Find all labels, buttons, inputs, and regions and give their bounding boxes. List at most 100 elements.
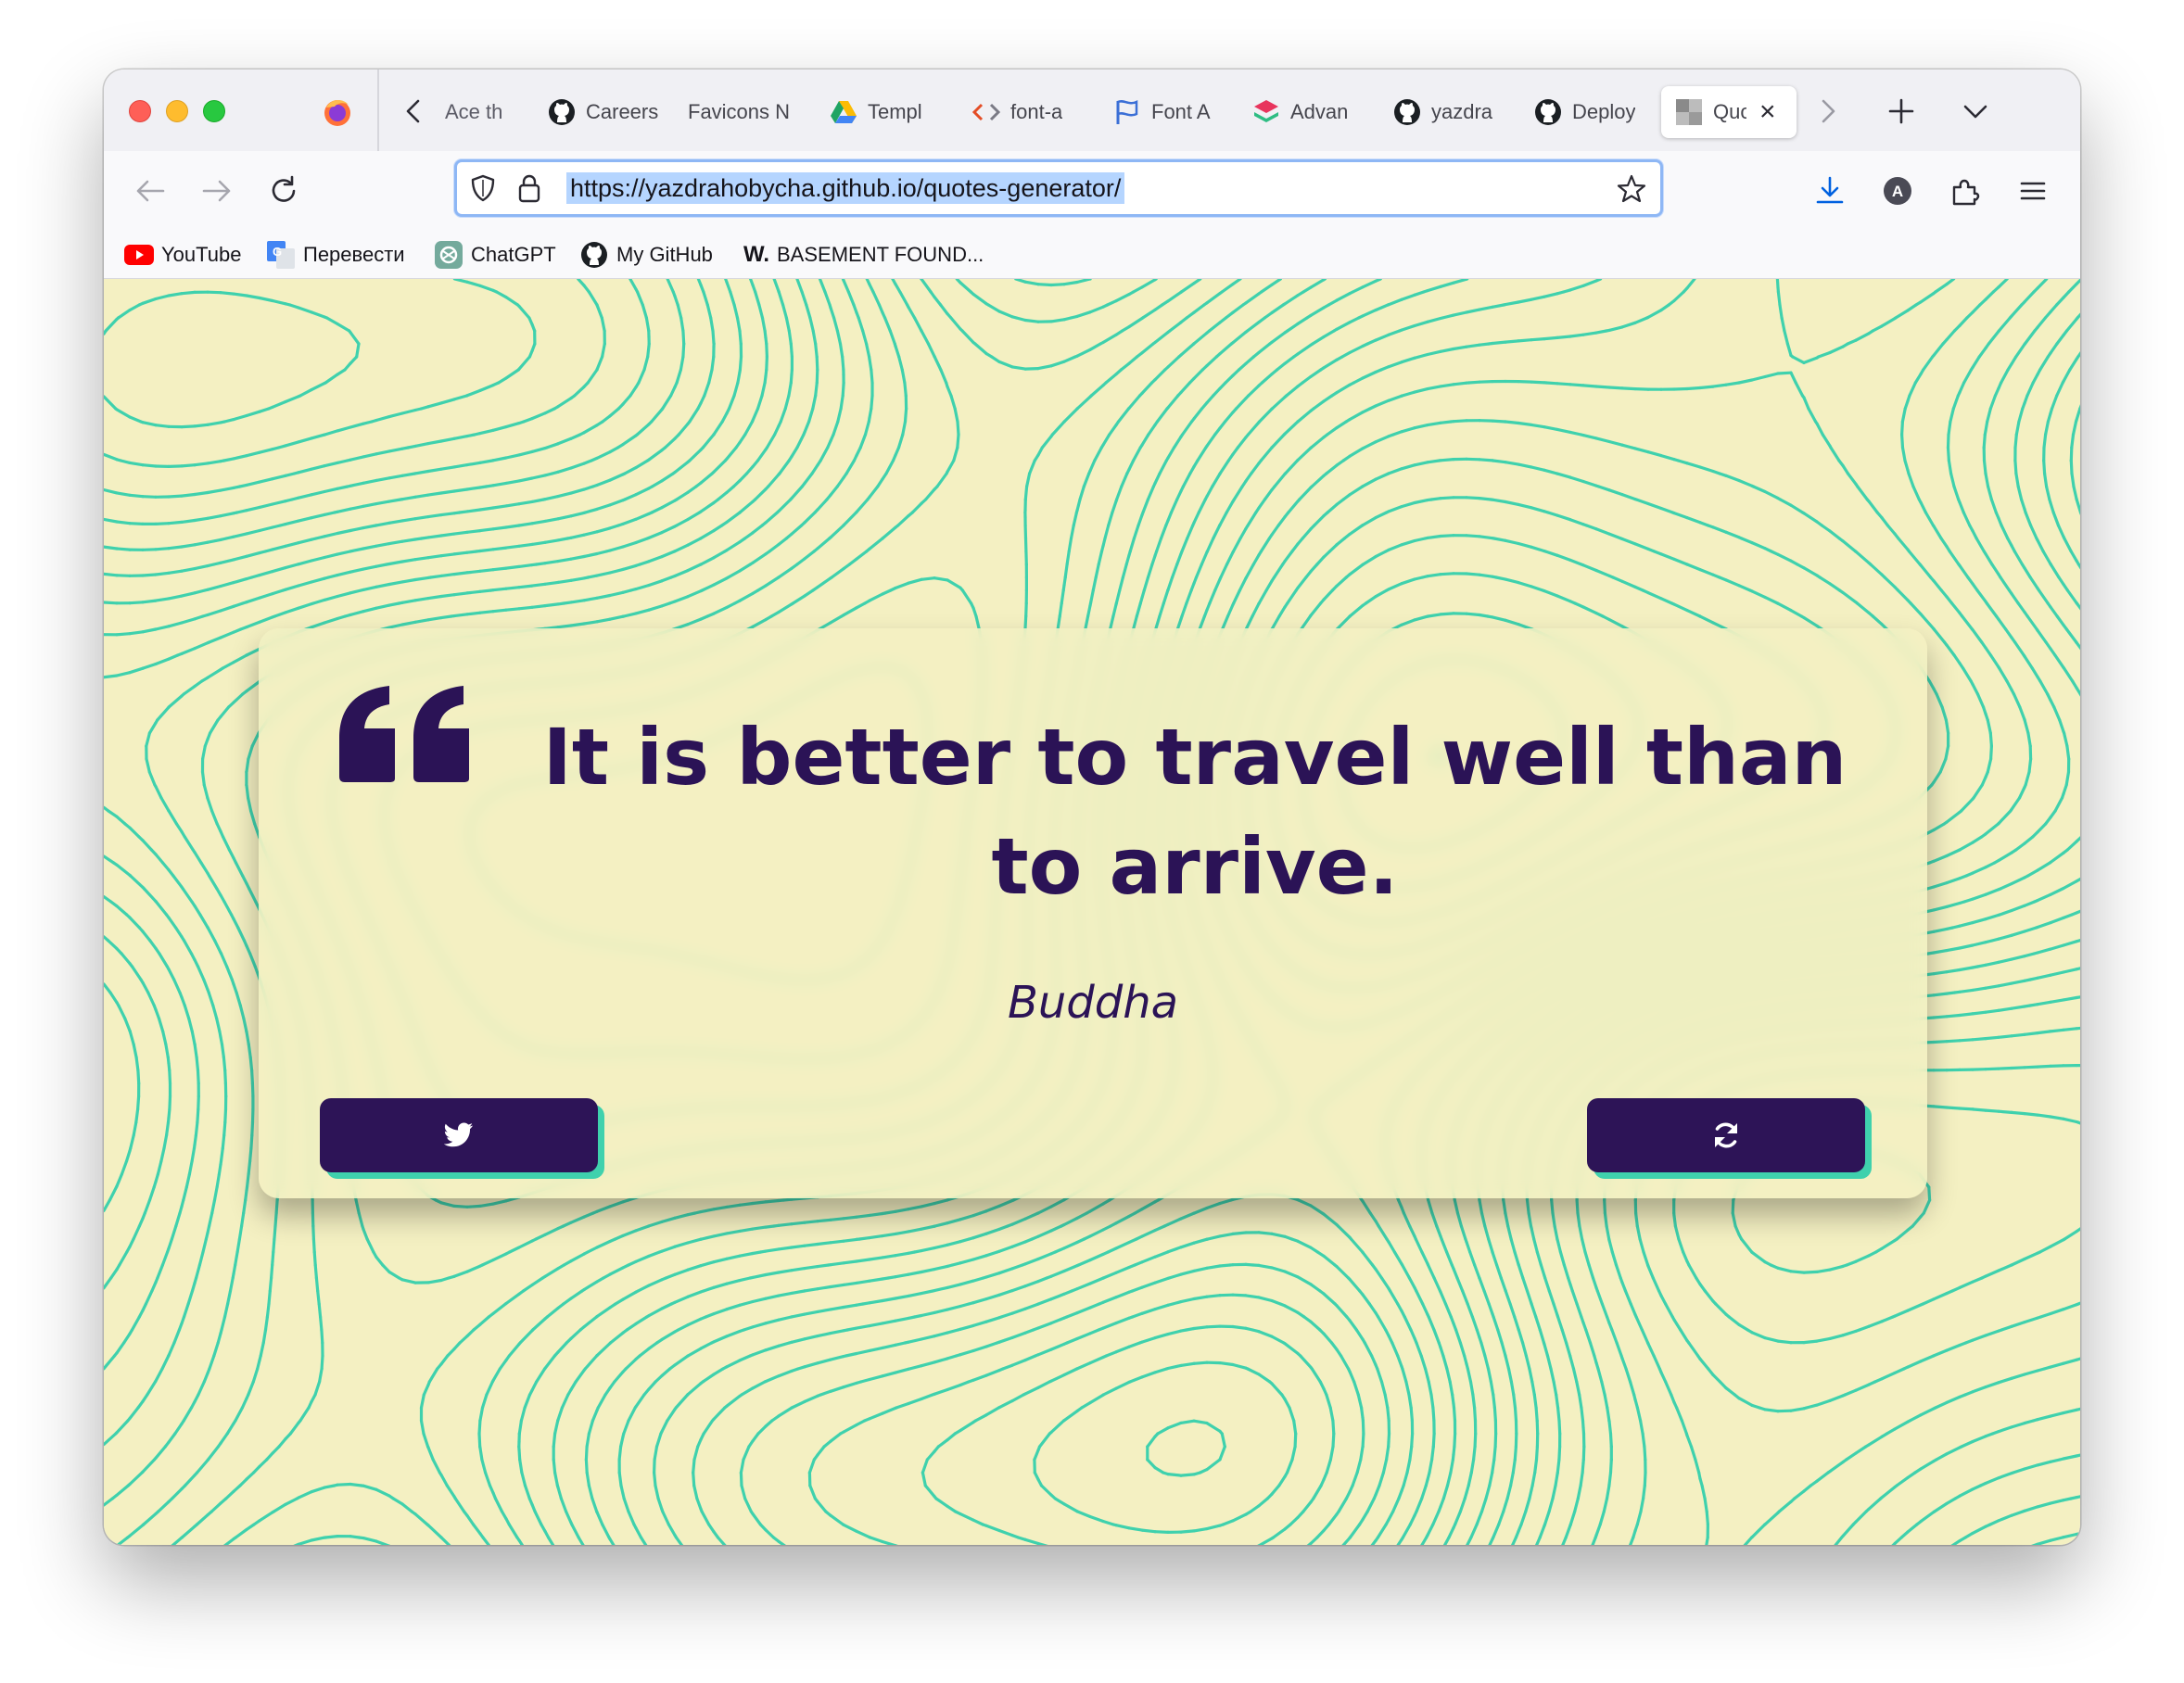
contour-line-segment — [387, 560, 404, 566]
contour-line-segment — [142, 1512, 158, 1526]
tab-advanced[interactable]: Advan — [1251, 86, 1358, 138]
contour-line-segment — [2062, 1532, 2078, 1539]
lock-icon[interactable] — [514, 172, 544, 204]
maximize-window-button[interactable] — [203, 100, 225, 122]
contour-line-segment — [491, 1199, 508, 1206]
tab-ace[interactable]: Ace th — [445, 86, 515, 138]
contour-line-segment — [1387, 329, 1402, 336]
contour-line-segment — [1538, 1524, 1546, 1539]
close-window-button[interactable] — [129, 100, 151, 122]
contour-line-segment — [375, 603, 391, 610]
contour-line-segment — [971, 1232, 988, 1240]
contour-line-segment — [1997, 316, 2012, 333]
firefox-view-icon[interactable] — [322, 96, 353, 128]
contour-line-segment — [1932, 948, 1949, 955]
contour-line-segment — [273, 1211, 278, 1228]
contour-line-segment — [1114, 368, 1124, 376]
contour-line-segment — [701, 1260, 716, 1267]
contour-line-segment — [1682, 1250, 1689, 1263]
tab-font-awesome-code[interactable]: font-a — [971, 86, 1078, 138]
contour-line-segment — [1570, 1289, 1579, 1306]
hamburger-menu-icon[interactable] — [2013, 171, 2053, 211]
contour-line-segment — [439, 1473, 449, 1487]
contour-line-segment — [504, 1292, 521, 1306]
bookmark-basement-found[interactable]: W. BASEMENT FOUND... — [743, 236, 984, 273]
contour-line-segment — [210, 1198, 217, 1215]
tab-deploy[interactable]: Deploy — [1533, 86, 1640, 138]
contour-line-segment — [751, 618, 768, 628]
contour-line-segment — [751, 1297, 768, 1304]
contour-line-segment — [146, 1380, 158, 1397]
chevron-right-icon[interactable] — [1809, 94, 1845, 129]
contour-line-segment — [1672, 386, 1689, 391]
contour-line-segment — [131, 965, 143, 981]
contour-line-segment — [1780, 316, 1786, 333]
tab-label: Quo — [1713, 100, 1746, 123]
contour-line-segment — [1777, 1500, 1793, 1513]
chatgpt-icon — [434, 240, 463, 270]
contour-line-segment — [245, 647, 261, 657]
bookmark-chatgpt[interactable]: ChatGPT — [434, 236, 556, 273]
contour-line-segment — [1309, 368, 1323, 379]
contour-line-segment — [206, 667, 222, 679]
contour-line-segment — [1581, 434, 1598, 440]
contour-line-segment — [375, 1487, 391, 1498]
tab-favicons[interactable]: Favicons N — [688, 86, 794, 138]
tracking-protection-shield-icon[interactable] — [468, 173, 498, 203]
contour-line-segment — [939, 303, 949, 316]
contour-line-segment — [1023, 1237, 1034, 1244]
bookmark-translate[interactable]: G Перевести — [266, 236, 405, 273]
list-all-tabs-chevron-icon[interactable] — [1958, 94, 1993, 129]
contour-line-segment — [272, 1502, 287, 1513]
contour-line-segment — [504, 544, 521, 550]
contour-line-segment — [675, 490, 690, 501]
new-tab-plus-icon[interactable] — [1884, 94, 1919, 129]
tab-careers[interactable]: Careers — [547, 86, 658, 138]
contour-line-segment — [1949, 601, 1962, 614]
contour-line-segment — [1815, 1268, 1832, 1274]
bookmark-youtube[interactable]: YouTube — [124, 236, 241, 273]
downloads-icon[interactable] — [1809, 171, 1850, 211]
address-bar[interactable]: https://yazdrahobycha.github.io/quotes-g… — [454, 159, 1663, 217]
contour-line-segment — [118, 1250, 129, 1267]
url-text[interactable]: https://yazdrahobycha.github.io/quotes-g… — [566, 172, 1125, 204]
contour-line-segment — [2075, 877, 2080, 883]
contour-line-segment — [194, 1120, 199, 1137]
contour-line-segment — [207, 874, 219, 891]
contour-line-segment — [595, 1510, 604, 1526]
contour-line-segment — [2062, 913, 2074, 920]
contour-line-segment — [1426, 385, 1442, 391]
contour-line-segment — [1988, 731, 1994, 748]
contour-line-segment — [608, 524, 620, 530]
contour-line-segment — [894, 1230, 910, 1236]
contour-line-segment — [2023, 654, 2034, 670]
tab-templates[interactable]: Templ — [829, 86, 931, 138]
contour-line-segment — [197, 1250, 205, 1267]
account-avatar[interactable]: A — [1877, 171, 1918, 211]
contour-line-segment — [375, 1255, 385, 1267]
contour-line-segment — [2023, 290, 2036, 304]
contour-line-segment — [1275, 361, 1287, 372]
contour-line-segment — [673, 569, 690, 578]
bookmark-star-icon[interactable] — [1616, 173, 1647, 205]
bookmark-my-github[interactable]: My GitHub — [579, 236, 713, 273]
close-tab-icon[interactable]: × — [1759, 96, 1776, 128]
contour-line-segment — [1750, 1250, 1767, 1264]
back-arrow-icon[interactable] — [130, 171, 171, 211]
forward-arrow-icon[interactable] — [197, 171, 237, 211]
contour-line-segment — [154, 900, 169, 917]
contour-line-segment — [1783, 329, 1790, 346]
contour-line-segment — [1620, 321, 1637, 329]
extensions-puzzle-icon[interactable] — [1945, 171, 1986, 211]
minimize-window-button[interactable] — [166, 100, 188, 122]
reload-icon[interactable] — [263, 171, 304, 211]
contour-line-segment — [894, 1272, 910, 1279]
tab-yazdra[interactable]: yazdra — [1392, 86, 1499, 138]
contour-line-segment — [764, 485, 770, 491]
contour-line-segment — [765, 433, 777, 449]
tab-quotes-generator-active[interactable]: Quo × — [1661, 86, 1797, 138]
chevron-left-icon[interactable] — [399, 95, 430, 127]
tab-font-awesome[interactable]: Font A — [1112, 86, 1214, 138]
contour-line-segment — [232, 1484, 242, 1493]
contour-line-segment — [491, 504, 508, 510]
